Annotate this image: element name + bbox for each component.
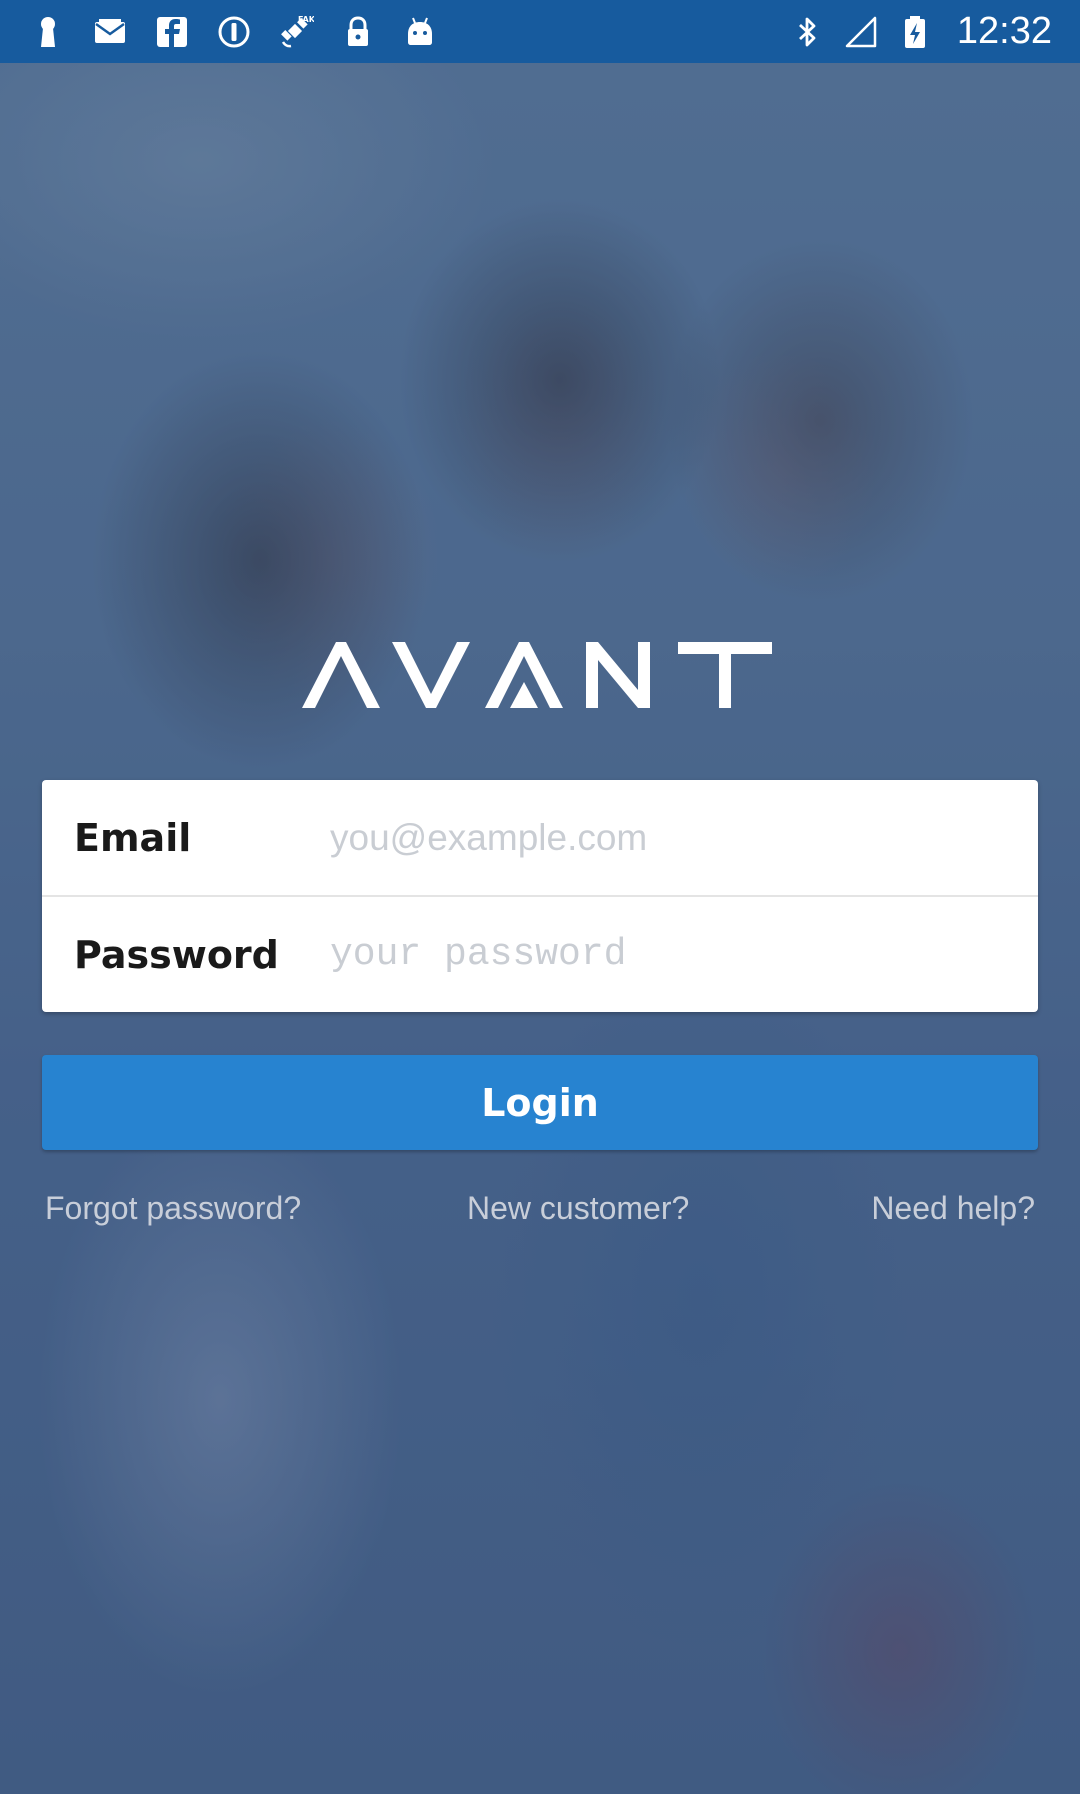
no-signal-icon [843,14,879,50]
keyhole-icon [30,14,66,50]
android-icon [402,14,438,50]
email-row: Email [42,780,1038,897]
fake-gps-icon: FAKE [278,14,314,50]
lock-icon [340,14,376,50]
avant-logo [300,638,780,710]
status-notification-icons: FAKE [0,0,464,63]
password-row: Password [42,897,1038,1012]
status-clock: 12:32 [956,10,1052,52]
password-label: Password [74,932,279,977]
need-help-link[interactable]: Need help? [871,1190,1035,1227]
email-label: Email [74,815,192,860]
battery-charging-icon [897,14,933,50]
status-system-icons: 12:32 [789,0,1080,63]
login-form-card: Email Password [42,780,1038,1012]
svg-text:FAKE: FAKE [298,15,314,24]
login-screen: FAKE 12:32 [0,0,1080,1794]
email-input[interactable] [330,797,1008,878]
mail-icon [92,14,128,50]
login-button[interactable]: Login [42,1055,1038,1150]
alert-circle-icon [216,14,252,50]
bluetooth-icon [789,14,825,50]
facebook-icon [154,14,190,50]
password-input[interactable] [330,914,1008,995]
forgot-password-link[interactable]: Forgot password? [45,1190,301,1227]
status-bar: FAKE 12:32 [0,0,1080,63]
new-customer-link[interactable]: New customer? [467,1190,689,1227]
